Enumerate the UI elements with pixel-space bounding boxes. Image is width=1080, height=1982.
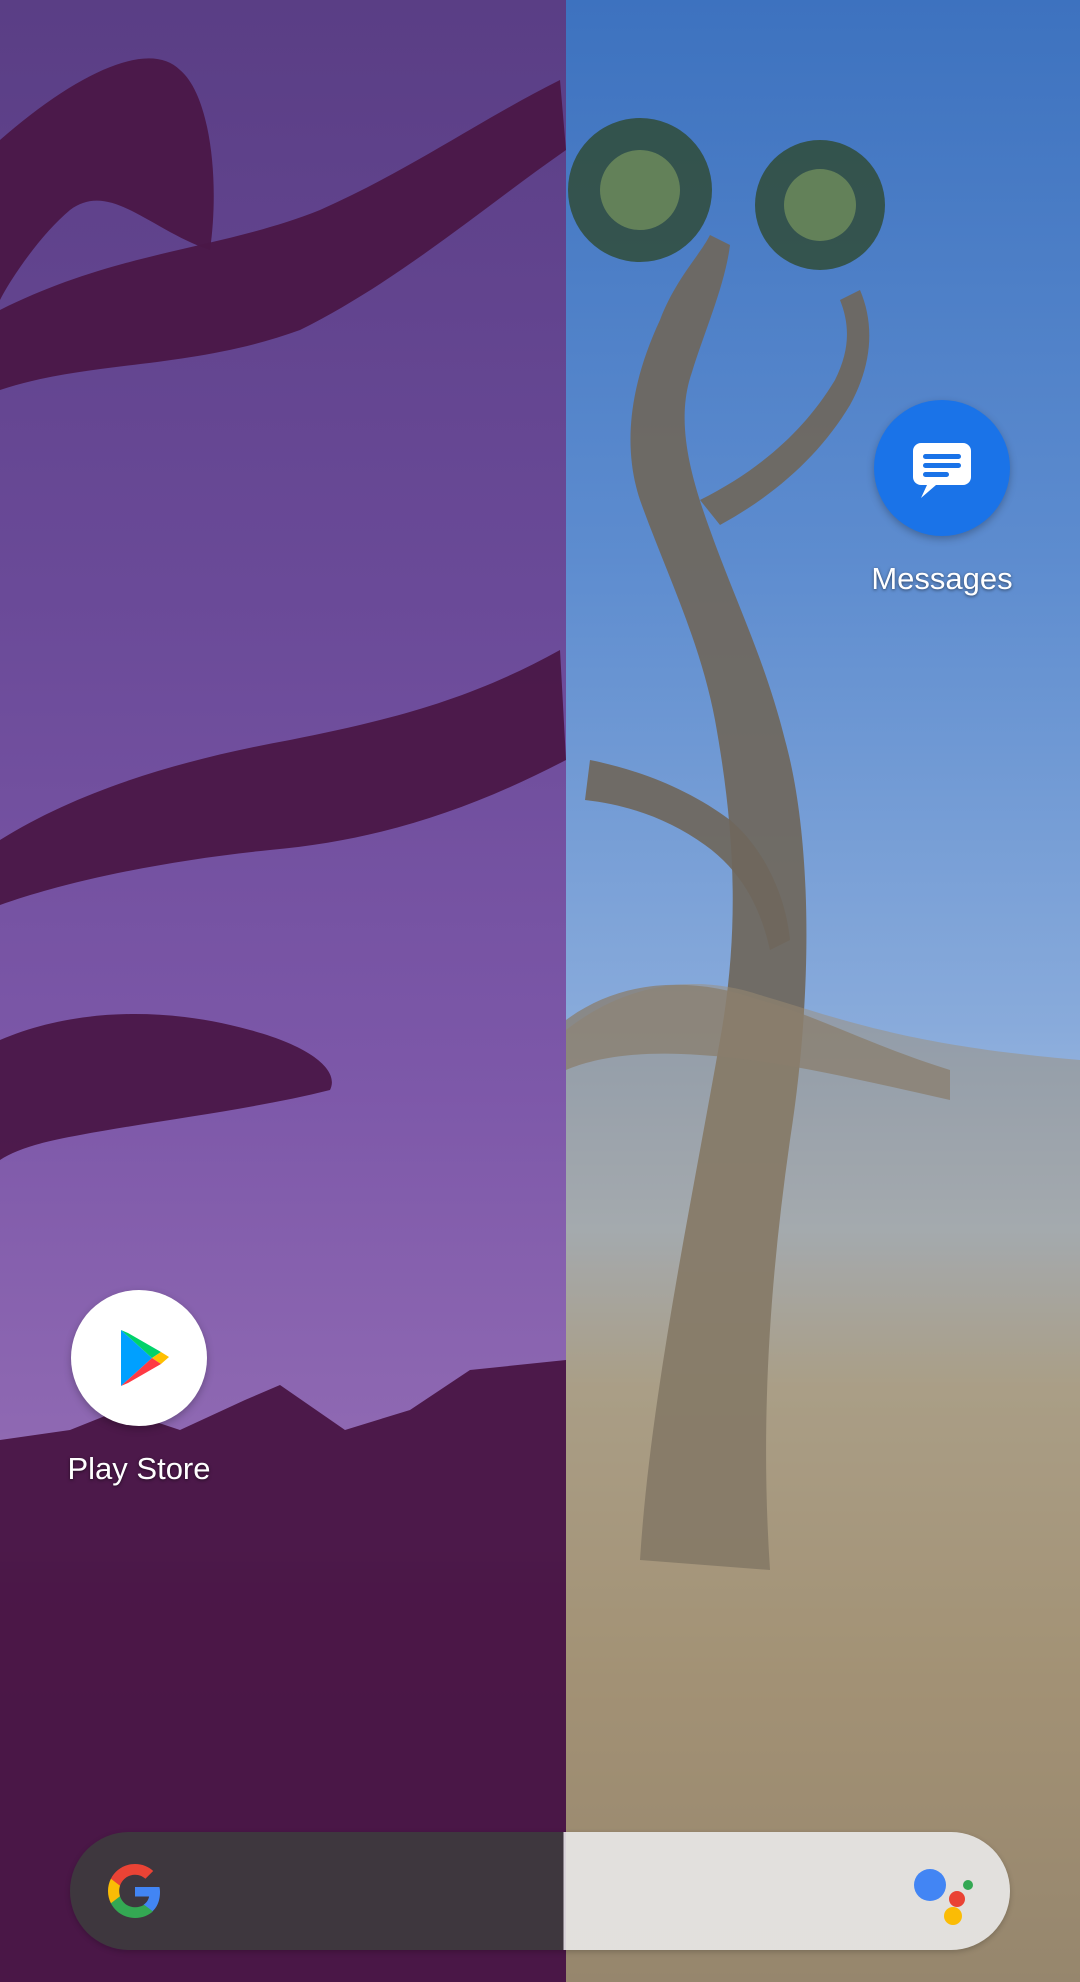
messages-icon xyxy=(913,443,971,498)
messages-label: Messages xyxy=(871,561,1013,596)
wallpaper xyxy=(0,0,1080,1982)
google-logo-icon[interactable] xyxy=(102,1858,168,1924)
play-store-label: Play Store xyxy=(67,1451,211,1486)
play-store-icon xyxy=(121,1330,169,1386)
messages-app[interactable]: Messages xyxy=(832,400,1052,597)
play-store-icon-circle[interactable] xyxy=(71,1290,207,1426)
google-search-bar[interactable] xyxy=(70,1832,1010,1950)
play-store-app[interactable]: Play Store xyxy=(29,1290,249,1487)
wallpaper-art xyxy=(0,58,1080,1982)
messages-icon-circle[interactable] xyxy=(874,400,1010,536)
google-assistant-icon[interactable] xyxy=(910,1860,976,1926)
